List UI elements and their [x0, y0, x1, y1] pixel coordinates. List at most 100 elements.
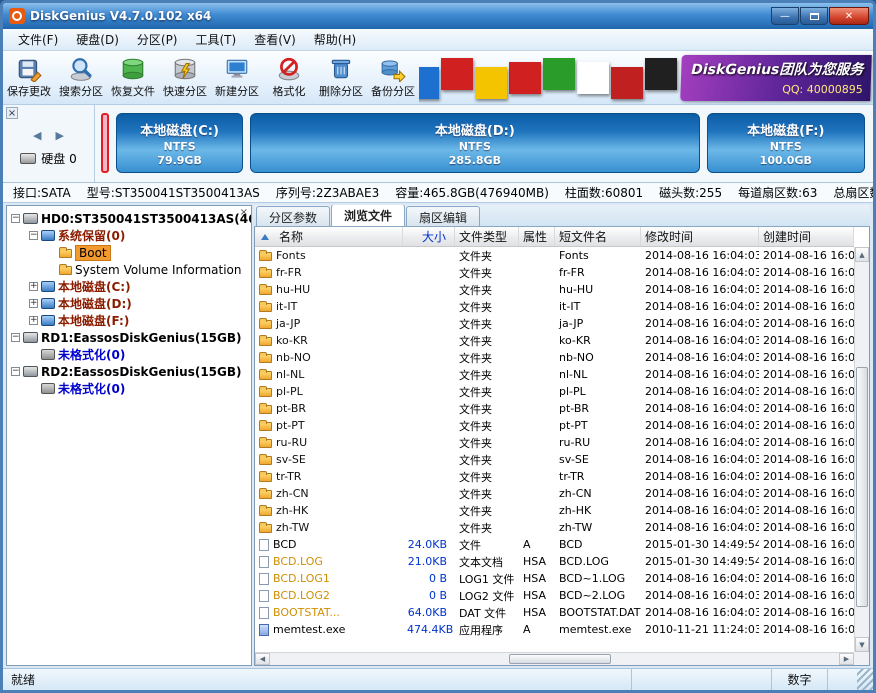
tree-item-boot[interactable]: Boot — [7, 244, 251, 261]
tab-sector-edit[interactable]: 扇区编辑 — [406, 206, 480, 226]
new-partition-button[interactable]: 新建分区 — [211, 51, 263, 104]
resize-grip[interactable] — [857, 669, 873, 690]
tree-item-rd2[interactable]: − RD2:EassosDiskGenius(15GB) — [7, 363, 251, 380]
table-row[interactable]: fr-FR 文件夹 fr-FR 2014-08-16 16:04:03 2014… — [255, 264, 854, 281]
tree-item-local-disk-f[interactable]: + 本地磁盘(F:) — [7, 312, 251, 329]
table-row[interactable]: memtest.exe 474.4KB 应用程序 A memtest.exe 2… — [255, 621, 854, 638]
header-type[interactable]: 文件类型 — [455, 227, 519, 246]
table-row[interactable]: sv-SE 文件夹 sv-SE 2014-08-16 16:04:03 2014… — [255, 451, 854, 468]
table-row[interactable]: zh-HK 文件夹 zh-HK 2014-08-16 16:04:03 2014… — [255, 502, 854, 519]
scroll-left-icon[interactable]: ◀ — [255, 653, 270, 665]
cell-shortname: tr-TR — [555, 470, 641, 483]
scroll-right-icon[interactable]: ▶ — [839, 653, 854, 665]
table-row[interactable]: hu-HU 文件夹 hu-HU 2014-08-16 16:04:03 2014… — [255, 281, 854, 298]
partition-icon — [41, 315, 55, 326]
partition-icon — [41, 383, 55, 394]
cell-type: LOG1 文件 — [455, 571, 519, 587]
table-row[interactable]: ru-RU 文件夹 ru-RU 2014-08-16 16:04:03 2014… — [255, 434, 854, 451]
table-row[interactable]: ja-JP 文件夹 ja-JP 2014-08-16 16:04:03 2014… — [255, 315, 854, 332]
header-size[interactable]: 大小 — [403, 227, 455, 246]
app-icon — [9, 8, 25, 24]
table-row[interactable]: BCD.LOG 21.0KB 文本文档 HSA BCD.LOG 2015-01-… — [255, 553, 854, 570]
menu-file[interactable]: 文件(F) — [9, 29, 67, 50]
partition-bar-f[interactable]: 本地磁盘(F:) NTFS 100.0GB — [707, 113, 865, 173]
expand-icon[interactable]: + — [29, 316, 38, 325]
panel-close-icon[interactable]: × — [6, 107, 18, 119]
table-row[interactable]: ko-KR 文件夹 ko-KR 2014-08-16 16:04:03 2014… — [255, 332, 854, 349]
close-button[interactable]: ✕ — [829, 7, 869, 25]
minimize-button[interactable]: — — [771, 7, 799, 25]
cell-type: 文件夹 — [455, 469, 519, 485]
tree-item-system-reserved[interactable]: − 系统保留(0) — [7, 227, 251, 244]
promo-banner[interactable]: DiskGenius团队为您服务 QQ: 40000895 — [419, 51, 873, 104]
table-row[interactable]: pt-PT 文件夹 pt-PT 2014-08-16 16:04:03 2014… — [255, 417, 854, 434]
quick-partition-button[interactable]: 快速分区 — [159, 51, 211, 104]
header-modified[interactable]: 修改时间 — [641, 227, 759, 246]
vertical-scroll-thumb[interactable] — [856, 367, 868, 607]
cell-name: pt-BR — [255, 402, 403, 415]
collapse-icon[interactable]: − — [29, 231, 38, 240]
tree-item-rd1[interactable]: − RD1:EassosDiskGenius(15GB) — [7, 329, 251, 346]
backup-partition-icon — [380, 56, 406, 82]
format-button[interactable]: 格式化 — [263, 51, 315, 104]
partition-bar-system-reserved[interactable] — [101, 113, 109, 173]
tree-close-icon[interactable]: × — [240, 207, 248, 218]
table-row[interactable]: it-IT 文件夹 it-IT 2014-08-16 16:04:03 2014… — [255, 298, 854, 315]
header-shortname[interactable]: 短文件名 — [555, 227, 641, 246]
table-row[interactable]: BCD.LOG1 0 B LOG1 文件 HSA BCD~1.LOG 2014-… — [255, 570, 854, 587]
next-disk-button[interactable]: ▶ — [56, 129, 64, 142]
scroll-up-icon[interactable]: ▲ — [855, 247, 869, 262]
collapse-icon[interactable]: − — [11, 214, 20, 223]
header-name[interactable]: 名称 — [255, 227, 403, 246]
partition-bar-c[interactable]: 本地磁盘(C:) NTFS 79.9GB — [116, 113, 243, 173]
prev-disk-button[interactable]: ◀ — [33, 129, 41, 142]
tree-item-local-disk-c[interactable]: + 本地磁盘(C:) — [7, 278, 251, 295]
save-changes-button[interactable]: 保存更改 — [3, 51, 55, 104]
table-row[interactable]: zh-CN 文件夹 zh-CN 2014-08-16 16:04:03 2014… — [255, 485, 854, 502]
horizontal-scroll-thumb[interactable] — [509, 654, 611, 664]
vertical-scroll-track[interactable] — [855, 262, 869, 637]
cell-created: 2014-08-16 16:04:03 — [759, 300, 854, 313]
cell-name: Fonts — [255, 249, 403, 262]
tree-item-system-volume-information[interactable]: System Volume Information — [7, 261, 251, 278]
menu-partition[interactable]: 分区(P) — [128, 29, 187, 50]
table-row[interactable]: pl-PL 文件夹 pl-PL 2014-08-16 16:04:03 2014… — [255, 383, 854, 400]
cell-name: zh-CN — [255, 487, 403, 500]
tree-item-rd1-unformatted[interactable]: 未格式化(0) — [7, 346, 251, 363]
table-row[interactable]: nb-NO 文件夹 nb-NO 2014-08-16 16:04:03 2014… — [255, 349, 854, 366]
horizontal-scroll-track[interactable] — [270, 653, 839, 665]
search-partition-button[interactable]: 搜索分区 — [55, 51, 107, 104]
collapse-icon[interactable]: − — [11, 367, 20, 376]
table-row[interactable]: tr-TR 文件夹 tr-TR 2014-08-16 16:04:03 2014… — [255, 468, 854, 485]
backup-partition-button[interactable]: 备份分区 — [367, 51, 419, 104]
table-row[interactable]: nl-NL 文件夹 nl-NL 2014-08-16 16:04:03 2014… — [255, 366, 854, 383]
horizontal-scrollbar[interactable]: ◀ ▶ — [255, 652, 854, 665]
scroll-down-icon[interactable]: ▼ — [855, 637, 869, 652]
header-attributes[interactable]: 属性 — [519, 227, 555, 246]
recover-files-button[interactable]: 恢复文件 — [107, 51, 159, 104]
table-row[interactable]: BCD 24.0KB 文件 A BCD 2015-01-30 14:49:54 … — [255, 536, 854, 553]
file-type-icon — [259, 320, 272, 329]
menu-tools[interactable]: 工具(T) — [187, 29, 246, 50]
delete-partition-button[interactable]: 删除分区 — [315, 51, 367, 104]
tree-item-hd0[interactable]: − HD0:ST350041ST3500413AS(466GB) — [7, 210, 251, 227]
table-row[interactable]: BCD.LOG2 0 B LOG2 文件 HSA BCD~2.LOG 2014-… — [255, 587, 854, 604]
tab-partition-parameters[interactable]: 分区参数 — [256, 206, 330, 226]
collapse-icon[interactable]: − — [11, 333, 20, 342]
vertical-scrollbar[interactable]: ▲ ▼ — [854, 247, 869, 652]
maximize-button[interactable] — [800, 7, 828, 25]
menu-help[interactable]: 帮助(H) — [305, 29, 365, 50]
menu-view[interactable]: 查看(V) — [245, 29, 305, 50]
tab-browse-files[interactable]: 浏览文件 — [331, 205, 405, 226]
partition-bar-d[interactable]: 本地磁盘(D:) NTFS 285.8GB — [250, 113, 699, 173]
menu-disk[interactable]: 硬盘(D) — [67, 29, 128, 50]
tree-item-local-disk-d[interactable]: + 本地磁盘(D:) — [7, 295, 251, 312]
tree-item-rd2-unformatted[interactable]: 未格式化(0) — [7, 380, 251, 397]
table-row[interactable]: BOOTSTAT... 64.0KB DAT 文件 HSA BOOTSTAT.D… — [255, 604, 854, 621]
header-created[interactable]: 创建时间 — [759, 227, 854, 246]
table-row[interactable]: Fonts 文件夹 Fonts 2014-08-16 16:04:03 2014… — [255, 247, 854, 264]
table-row[interactable]: zh-TW 文件夹 zh-TW 2014-08-16 16:04:03 2014… — [255, 519, 854, 536]
table-row[interactable]: pt-BR 文件夹 pt-BR 2014-08-16 16:04:03 2014… — [255, 400, 854, 417]
expand-icon[interactable]: + — [29, 282, 38, 291]
expand-icon[interactable]: + — [29, 299, 38, 308]
